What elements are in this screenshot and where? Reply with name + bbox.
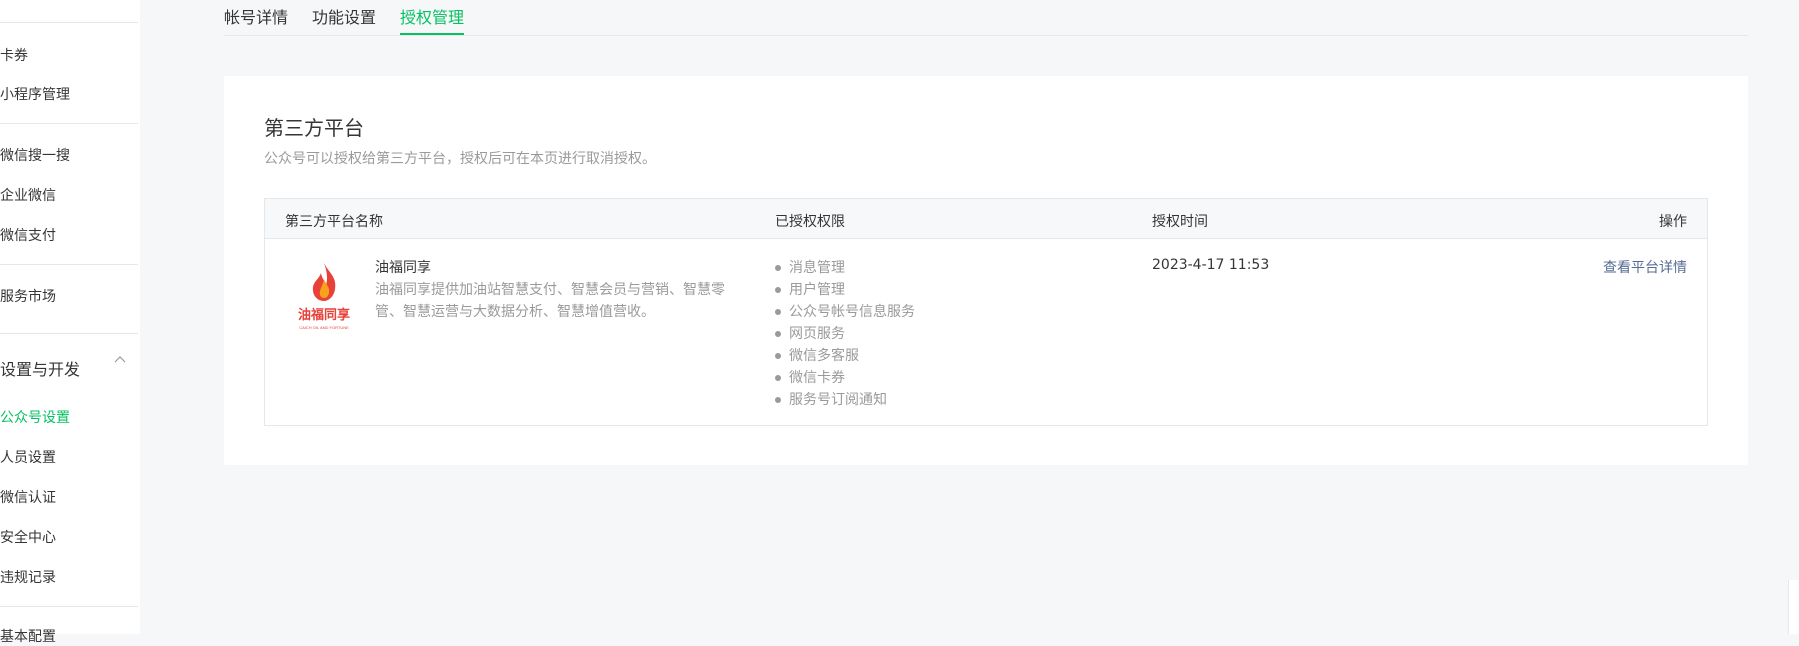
logo-subtext: CAICH OIL AND FORTUNE <box>299 325 349 330</box>
sidebar-divider <box>0 606 138 607</box>
sidebar-item-wechat-pay[interactable]: 微信支付 <box>0 225 56 245</box>
header-action: 操作 <box>1659 214 1687 230</box>
permission-item: 微信卡券 <box>775 367 915 389</box>
sidebar-item-basic-config[interactable]: 基本配置 <box>0 626 56 646</box>
active-tab-indicator <box>400 33 464 35</box>
section-description: 公众号可以授权给第三方平台，授权后可在本页进行取消授权。 <box>264 151 656 167</box>
sidebar-divider <box>0 123 138 124</box>
sidebar-item-miniprogram[interactable]: 小程序管理 <box>0 84 70 104</box>
sidebar-group-settings-dev[interactable]: 设置与开发 <box>0 356 80 380</box>
section-title: 第三方平台 <box>264 116 364 140</box>
header-auth-time: 授权时间 <box>1152 214 1208 230</box>
sidebar-item-work-wechat[interactable]: 企业微信 <box>0 185 56 205</box>
tab-account-details[interactable]: 帐号详情 <box>224 4 288 28</box>
sidebar-item-security-center[interactable]: 安全中心 <box>0 527 56 547</box>
permission-item: 公众号帐号信息服务 <box>775 301 915 323</box>
header-permissions: 已授权权限 <box>775 214 845 230</box>
scrollbar[interactable] <box>1788 580 1799 634</box>
permission-list: 消息管理 用户管理 公众号帐号信息服务 网页服务 微信多客服 微信卡券 服务号订… <box>775 257 915 411</box>
sidebar-divider <box>0 333 138 334</box>
sidebar-item-staff-settings[interactable]: 人员设置 <box>0 447 56 467</box>
sidebar: 卡券 小程序管理 微信搜一搜 企业微信 微信支付 服务市场 设置与开发 公众号设… <box>0 0 140 645</box>
logo-text: 油福同享 <box>298 307 350 322</box>
tab-feature-settings[interactable]: 功能设置 <box>312 4 376 28</box>
permission-item: 网页服务 <box>775 323 915 345</box>
authorization-time: 2023-4-17 11:53 <box>1152 257 1270 273</box>
sidebar-divider <box>0 22 138 23</box>
sidebar-item-wechat-search[interactable]: 微信搜一搜 <box>0 145 70 165</box>
permission-item: 微信多客服 <box>775 345 915 367</box>
platform-logo: 油福同享 CAICH OIL AND FORTUNE <box>298 263 350 330</box>
third-party-card: 第三方平台 公众号可以授权给第三方平台，授权后可在本页进行取消授权。 第三方平台… <box>224 76 1748 465</box>
platform-description: 油福同享提供加油站智慧支付、智慧会员与营销、智慧零管、智慧运营与大数据分析、智慧… <box>375 282 725 320</box>
third-party-table: 第三方平台名称 已授权权限 授权时间 操作 油福同享 CAICH OIL AND… <box>264 198 1708 426</box>
permission-item: 消息管理 <box>775 257 915 279</box>
view-platform-details-link[interactable]: 查看平台详情 <box>1603 257 1687 277</box>
sidebar-item-service-market[interactable]: 服务市场 <box>0 286 56 306</box>
permission-item: 用户管理 <box>775 279 915 301</box>
sidebar-item-account-settings[interactable]: 公众号设置 <box>0 407 70 427</box>
platform-name: 油福同享 <box>375 260 431 276</box>
sidebar-item-cards[interactable]: 卡券 <box>0 45 28 65</box>
sidebar-divider <box>0 264 138 265</box>
permission-item: 服务号订阅通知 <box>775 389 915 411</box>
chevron-up-icon[interactable] <box>114 354 126 366</box>
tab-authorization-management[interactable]: 授权管理 <box>400 4 464 28</box>
tab-bar: 帐号详情 功能设置 授权管理 <box>224 0 1748 36</box>
table-header: 第三方平台名称 已授权权限 授权时间 操作 <box>265 199 1707 239</box>
header-platform-name: 第三方平台名称 <box>285 214 383 230</box>
sidebar-item-wechat-verify[interactable]: 微信认证 <box>0 487 56 507</box>
sidebar-item-violation-records[interactable]: 违规记录 <box>0 567 56 587</box>
